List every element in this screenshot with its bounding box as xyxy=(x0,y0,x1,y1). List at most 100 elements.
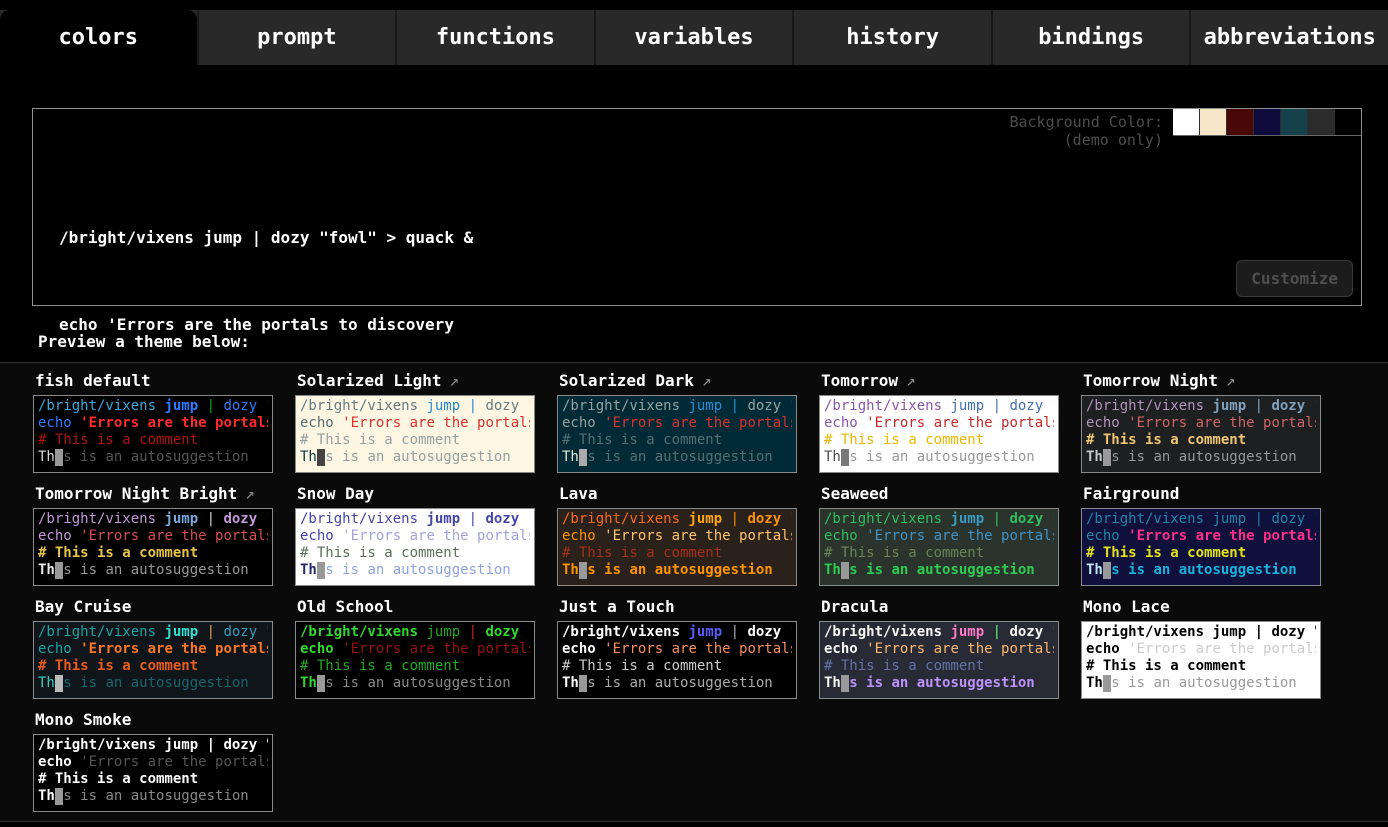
bg-swatch-navy[interactable] xyxy=(1253,109,1280,135)
sample-param: dozy xyxy=(1009,624,1043,640)
bg-swatch-black[interactable] xyxy=(1334,109,1361,135)
theme-card[interactable]: /bright/vixens jump | dozy "echo 'Errors… xyxy=(557,508,797,586)
sample-suggestion: s is an autosuggestion xyxy=(849,675,1034,691)
sample-pipe: | xyxy=(198,737,223,753)
bg-swatch-white[interactable] xyxy=(1173,109,1199,135)
theme-item: Snow Day /bright/vixens jump | dozy "ech… xyxy=(295,482,535,586)
external-link-icon[interactable]: ↗ xyxy=(450,371,460,390)
sample-param: dozy xyxy=(1271,624,1305,640)
theme-card[interactable]: /bright/vixens jump | dozy "echo 'Errors… xyxy=(1081,395,1321,473)
sample-quoted: 'Errors are the portals xyxy=(342,528,530,544)
external-link-icon[interactable]: ↗ xyxy=(906,371,916,390)
theme-card[interactable]: /bright/vixens jump | dozy "echo 'Errors… xyxy=(33,621,273,699)
sample-param: dozy xyxy=(747,624,781,640)
customize-button[interactable]: Customize xyxy=(1236,260,1353,297)
theme-card[interactable]: /bright/vixens jump | dozy "echo 'Errors… xyxy=(33,734,273,812)
theme-card[interactable]: /bright/vixens jump | dozy "echo 'Errors… xyxy=(295,508,535,586)
sample-comment: # This is a comment xyxy=(38,658,198,674)
tab-functions[interactable]: functions xyxy=(395,10,594,65)
sample-suggestion: s is an autosuggestion xyxy=(1111,562,1296,578)
external-link-icon[interactable]: ↗ xyxy=(702,371,712,390)
sample-suggestion: s is an autosuggestion xyxy=(849,449,1034,465)
external-link-icon[interactable]: ↗ xyxy=(245,484,255,503)
sample-quote_open: " xyxy=(519,624,530,640)
bg-swatch-charcoal[interactable] xyxy=(1307,109,1334,135)
theme-card[interactable]: /bright/vixens jump | dozy "echo 'Errors… xyxy=(819,508,1059,586)
theme-card[interactable]: /bright/vixens jump | dozy "echo 'Errors… xyxy=(819,621,1059,699)
theme-card[interactable]: /bright/vixens jump | dozy "echo 'Errors… xyxy=(33,395,273,473)
sample-param: dozy xyxy=(1271,511,1305,527)
theme-card[interactable]: /bright/vixens jump | dozy "echo 'Errors… xyxy=(295,621,535,699)
sample-th: Th xyxy=(824,675,841,691)
sample-th: Th xyxy=(300,449,317,465)
sample-echo: echo xyxy=(562,641,604,657)
theme-card[interactable]: /bright/vixens jump | dozy "echo 'Errors… xyxy=(1081,508,1321,586)
sample-suggestion: s is an autosuggestion xyxy=(325,562,510,578)
theme-title-text: Seaweed xyxy=(821,484,888,503)
theme-title: Mono Smoke xyxy=(35,710,273,731)
theme-card[interactable]: /bright/vixens jump | dozy "echo 'Errors… xyxy=(1081,621,1321,699)
sample-pipe: | xyxy=(722,511,747,527)
theme-card[interactable]: /bright/vixens jump | dozy "echo 'Errors… xyxy=(557,621,797,699)
sample-path: /bright/vixens xyxy=(300,398,426,414)
tab-history[interactable]: history xyxy=(792,10,991,65)
sample-quoted: 'Errors are the portals xyxy=(342,641,530,657)
tab-bindings[interactable]: bindings xyxy=(991,10,1190,65)
sample-th: Th xyxy=(38,562,55,578)
theme-title-text: Lava xyxy=(559,484,598,503)
theme-item: Dracula /bright/vixens jump | dozy "echo… xyxy=(819,595,1059,699)
themes-section: fish default /bright/vixens jump | dozy … xyxy=(0,362,1388,822)
theme-title-text: Old School xyxy=(297,597,393,616)
sample-suggestion: s is an autosuggestion xyxy=(325,675,510,691)
sample-comment: # This is a comment xyxy=(562,432,722,448)
background-color-control: Background Color: (demo only) xyxy=(1009,109,1361,149)
sample-quoted: 'Errors are the portals xyxy=(80,415,268,431)
background-color-label-line2: (demo only) xyxy=(1009,131,1163,149)
sample-path: /bright/vixens xyxy=(562,398,688,414)
tab-prompt[interactable]: prompt xyxy=(197,10,396,65)
bg-swatch-maroon[interactable] xyxy=(1226,109,1253,135)
sample-comment: # This is a comment xyxy=(38,771,198,787)
theme-title-text: Tomorrow xyxy=(821,371,898,390)
theme-item: Mono Lace /bright/vixens jump | dozy "ec… xyxy=(1081,595,1321,699)
sample-param: dozy xyxy=(223,398,257,414)
theme-card[interactable]: /bright/vixens jump | dozy "echo 'Errors… xyxy=(295,395,535,473)
sample-quote_open: " xyxy=(257,398,268,414)
tab-abbreviations[interactable]: abbreviations xyxy=(1189,10,1388,65)
theme-card[interactable]: /bright/vixens jump | dozy "echo 'Errors… xyxy=(557,395,797,473)
sample-th: Th xyxy=(38,788,55,804)
sample-path: /bright/vixens xyxy=(824,398,950,414)
sample-path: /bright/vixens xyxy=(300,511,426,527)
sample-echo: echo xyxy=(38,641,80,657)
sample-echo: echo xyxy=(1086,415,1128,431)
sample-th: Th xyxy=(38,675,55,691)
tab-colors[interactable]: colors xyxy=(0,10,197,65)
sample-comment: # This is a comment xyxy=(38,545,198,561)
theme-card[interactable]: /bright/vixens jump | dozy "echo 'Errors… xyxy=(819,395,1059,473)
sample-comment: # This is a comment xyxy=(562,658,722,674)
sample-th: Th xyxy=(300,675,317,691)
theme-card[interactable]: /bright/vixens jump | dozy "echo 'Errors… xyxy=(33,508,273,586)
sample-quote_open: " xyxy=(1043,398,1054,414)
sample-command: jump xyxy=(950,398,984,414)
sample-param: dozy xyxy=(747,511,781,527)
sample-command: jump xyxy=(426,511,460,527)
bg-swatch-teal[interactable] xyxy=(1280,109,1307,135)
sample-quoted: 'Errors are the portals xyxy=(1128,641,1316,657)
sample-comment: # This is a comment xyxy=(300,432,460,448)
tab-variables[interactable]: variables xyxy=(594,10,793,65)
sample-path: /bright/vixens xyxy=(824,511,950,527)
external-link-icon[interactable]: ↗ xyxy=(1226,371,1236,390)
tab-bar: colors prompt functions variables histor… xyxy=(0,10,1388,65)
sample-quote_open: " xyxy=(781,511,792,527)
sample-command: jump xyxy=(164,511,198,527)
theme-title: Tomorrow ↗ xyxy=(821,371,1059,392)
sample-suggestion: s is an autosuggestion xyxy=(1111,675,1296,691)
sample-command: jump xyxy=(1212,398,1246,414)
sample-quote_open: " xyxy=(1305,398,1316,414)
sample-pipe: | xyxy=(198,511,223,527)
theme-item: Fairground /bright/vixens jump | dozy "e… xyxy=(1081,482,1321,586)
sample-param: dozy xyxy=(223,737,257,753)
theme-item: Lava /bright/vixens jump | dozy "echo 'E… xyxy=(557,482,797,586)
bg-swatch-cream[interactable] xyxy=(1199,109,1226,135)
